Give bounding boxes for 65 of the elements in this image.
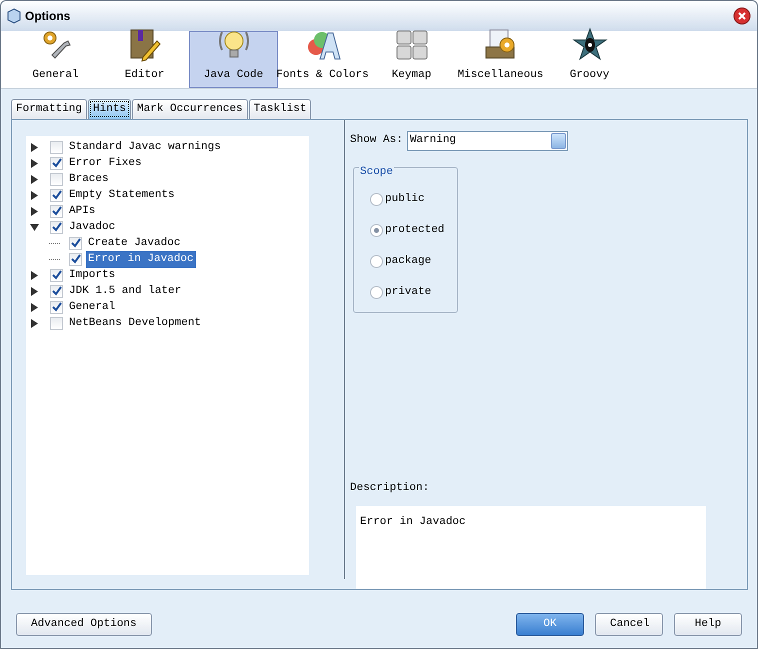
expand-toggle-icon[interactable] [30,207,39,216]
checkbox[interactable] [50,173,63,186]
checkbox[interactable] [50,157,63,170]
expand-toggle-icon[interactable] [30,191,39,200]
checkbox[interactable] [69,237,82,250]
checkbox[interactable] [50,269,63,282]
expand-toggle-icon[interactable] [30,303,39,312]
tree-item[interactable]: Imports [67,267,118,284]
checkbox[interactable] [69,253,82,266]
radio-button[interactable] [370,192,383,206]
tree-item[interactable]: General [67,299,118,316]
collapse-toggle-icon[interactable] [30,223,39,232]
checkbox[interactable] [50,301,63,314]
tab[interactable]: Hints [88,99,132,118]
category-button[interactable]: Groovy [545,31,634,88]
description-label: Description: [350,481,430,496]
expand-toggle-icon[interactable] [30,143,39,152]
app-icon [7,8,21,24]
radio-button[interactable] [370,254,383,268]
radio-button[interactable] [370,286,383,298]
radio-label: protected [385,222,444,238]
expand-toggle-icon[interactable] [30,319,39,328]
tree-item[interactable]: Empty Statements [67,187,177,204]
show-as-dropdown[interactable]: Warning [406,130,568,150]
radio-label: package [385,254,432,269]
checkbox[interactable] [50,205,63,218]
tab[interactable]: Formatting [11,99,88,118]
tree-item[interactable]: JDK 1.5 and later [67,283,184,300]
checkbox[interactable] [50,141,63,154]
window-title: Options [25,8,70,25]
checkbox[interactable] [50,317,63,330]
category-button[interactable]: Fonts & Colors [278,31,367,88]
tab[interactable]: Tasklist [248,99,312,118]
tree-item[interactable]: NetBeans Development [67,315,204,332]
tree-item[interactable]: Braces [67,171,111,188]
dialog-button[interactable]: Help [674,612,742,636]
category-button[interactable]: Miscellaneous [456,31,545,88]
dialog-button[interactable]: Cancel [595,612,663,636]
category-button[interactable]: General [11,31,100,88]
tree-item[interactable]: Error in Javadoc [86,251,196,268]
expand-toggle-icon[interactable] [30,175,39,184]
expand-toggle-icon[interactable] [30,271,39,280]
category-button[interactable]: Keymap [367,31,456,88]
checkbox[interactable] [50,285,63,298]
show-as-label: Show As: [350,133,403,148]
tree-connector-line [49,243,61,244]
expand-toggle-icon[interactable] [30,159,39,168]
advanced-options-button[interactable]: Advanced Options [16,612,152,636]
close-icon[interactable] [733,7,751,25]
tree-item[interactable]: APIs [67,203,98,220]
description-text: Error in Javadoc [360,516,466,528]
tree-item[interactable]: Javadoc [67,219,118,236]
checkbox[interactable] [50,221,63,234]
radio-label: private [385,284,432,300]
expand-toggle-icon[interactable] [30,287,39,296]
tree-item[interactable]: Create Javadoc [86,235,182,252]
tree-item[interactable]: Standard Javac warnings [67,139,223,156]
radio-label: public [385,192,425,207]
category-button[interactable]: Editor [100,31,189,88]
radio-button[interactable] [370,224,383,236]
tree-connector-line [49,259,61,260]
category-button[interactable]: Java Code [189,31,278,88]
checkbox[interactable] [50,189,63,202]
tree-item[interactable]: Error Fixes [67,155,144,172]
tab[interactable]: Mark Occurrences [132,99,248,118]
